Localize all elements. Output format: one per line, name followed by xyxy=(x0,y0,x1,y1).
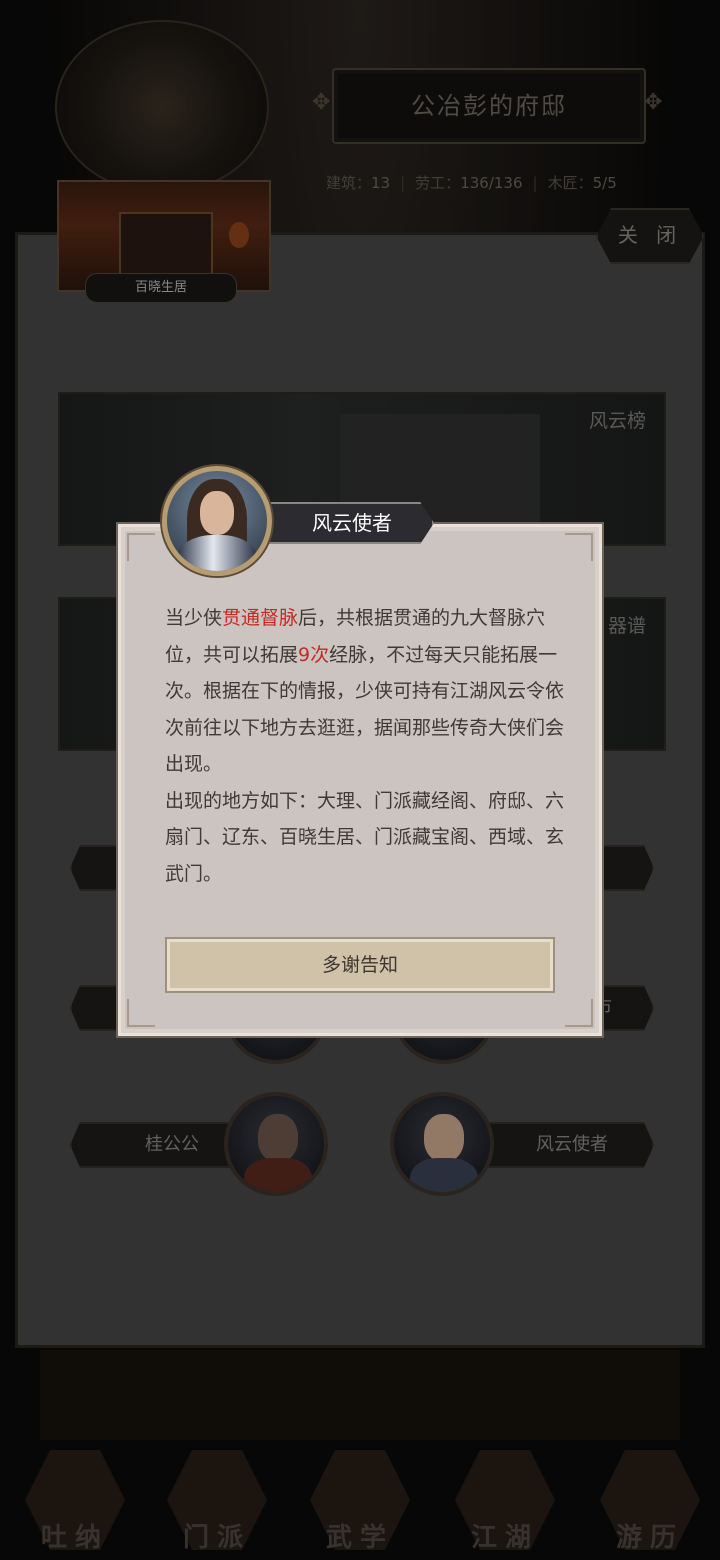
speaker-avatar xyxy=(162,466,272,576)
corner-ornament-icon xyxy=(565,999,593,1027)
confirm-button-label: 多谢告知 xyxy=(321,954,398,976)
confirm-button[interactable]: 多谢告知 xyxy=(165,937,555,993)
dialog-message: 当少侠贯通督脉后，共根据贯通的九大督脉穴位，共可以拓展9次经脉，不过每天只能拓展… xyxy=(165,600,565,892)
highlight-count: 9次 xyxy=(298,643,330,666)
corner-ornament-icon xyxy=(127,999,155,1027)
speaker-name-tag: 风云使者 xyxy=(262,502,434,544)
dialog-paragraph-1: 当少侠贯通督脉后，共根据贯通的九大督脉穴位，共可以拓展9次经脉，不过每天只能拓展… xyxy=(165,607,565,775)
highlight-governor-vessel: 贯通督脉 xyxy=(222,607,299,629)
corner-ornament-icon xyxy=(127,533,155,561)
corner-ornament-icon xyxy=(565,533,593,561)
dialog-paragraph-2: 出现的地方如下：大理、门派藏经阁、府邸、六扇门、辽东、百晓生居、门派藏宝阁、西域… xyxy=(165,789,565,885)
speaker-name: 风云使者 xyxy=(312,511,392,535)
